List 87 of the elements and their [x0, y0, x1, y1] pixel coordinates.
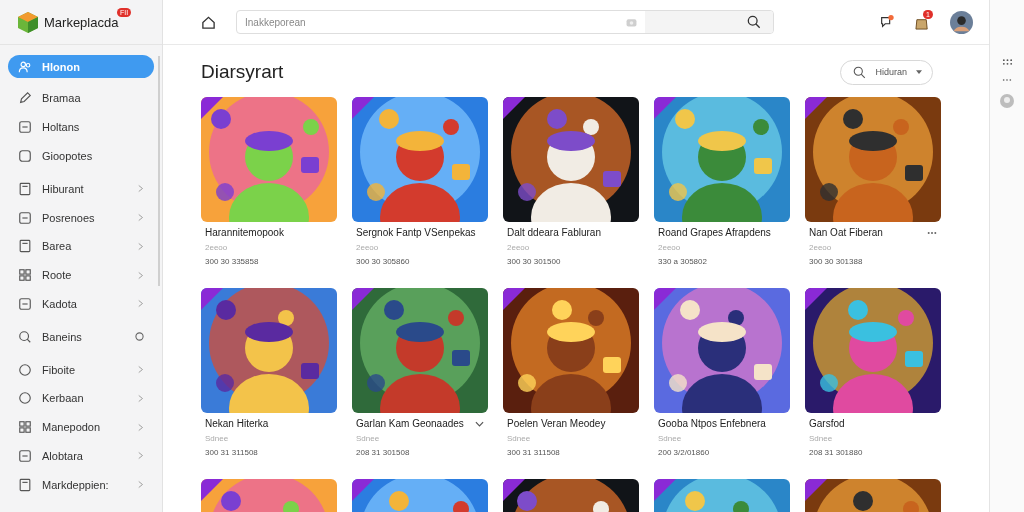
game-subtitle: Sdnee [507, 434, 532, 443]
sidebar-item[interactable]: Alobtara [8, 441, 154, 471]
search-field[interactable]: Inakkeporean [237, 15, 626, 29]
more-icon[interactable] [927, 230, 937, 235]
caret-icon [916, 69, 922, 75]
game-title[interactable]: Garsfod [809, 418, 845, 429]
more-icon[interactable] [1002, 78, 1012, 82]
game-title[interactable]: Nekan Hiterka [205, 418, 269, 429]
game-meta: 208 31 301880 [809, 448, 864, 457]
chevron-icon [138, 393, 144, 403]
chevron-icon [138, 213, 144, 223]
page-title: Diarsyrart [201, 61, 284, 83]
game-subtitle: 2eeoo [356, 243, 380, 252]
game-title[interactable]: Gooba Ntpos Enfebnera [658, 418, 766, 429]
game-title[interactable]: Roand Grapes Afrapdens [658, 227, 771, 238]
game-meta: 300 31 311508 [507, 448, 561, 457]
circle-icon [135, 332, 144, 342]
circle-icon [18, 391, 32, 406]
game-title[interactable]: Nan Oat Fiberan [809, 227, 883, 238]
game-title[interactable]: Garlan Kam Geonaades [356, 418, 464, 429]
game-subtitle: Sdnee [658, 434, 683, 443]
cube-icon [16, 10, 40, 34]
game-meta: 300 30 301500 [507, 257, 562, 266]
game-meta: 208 31 301508 [356, 448, 411, 457]
chevron-icon [138, 241, 144, 251]
pen-icon [18, 91, 32, 106]
chat-icon[interactable] [879, 14, 895, 30]
chevron-icon [138, 422, 144, 432]
game-meta: 330 a 305802 [658, 257, 708, 266]
sidebar-item[interactable]: Posrenoes [8, 203, 154, 232]
game-title[interactable]: Sergnok Fantp VSenpekas [356, 227, 476, 238]
brand-name: Markeplacda [44, 14, 119, 30]
game-title[interactable]: Poelen Veran Meodey [507, 418, 606, 429]
sidebar-item[interactable]: Hiburant [8, 174, 154, 204]
game-subtitle: 2eeoo [658, 243, 682, 252]
apps-icon[interactable] [1001, 58, 1013, 66]
chevron-icon [138, 480, 144, 490]
square-icon [18, 448, 32, 463]
search-bar[interactable]: Inakkeporean [236, 10, 774, 34]
square-icon [18, 296, 32, 311]
game-meta: 300 30 301388 [809, 257, 864, 266]
chevron-icon [138, 184, 144, 194]
game-title[interactable]: Harannitemopook [205, 227, 284, 238]
sidebar-item[interactable]: Manepodon [8, 412, 154, 442]
search-icon [853, 65, 867, 79]
game-subtitle: 2eeoo [507, 243, 531, 252]
game-meta: 300 30 335858 [205, 257, 260, 266]
camera-icon [626, 17, 637, 27]
sidebar-item[interactable]: Barea [8, 232, 154, 261]
chevron-icon[interactable] [475, 420, 484, 427]
chevron-icon [138, 270, 144, 280]
home-icon[interactable] [201, 14, 216, 30]
search-icon [18, 329, 32, 344]
game-subtitle: 2eeoo [809, 243, 833, 252]
game-meta: 300 31 311508 [205, 448, 259, 457]
chevron-icon [138, 451, 144, 461]
sidebar-item[interactable]: Holtans [8, 112, 154, 142]
search-icon[interactable] [747, 15, 761, 29]
document-icon [18, 181, 32, 196]
game-subtitle: Sdnee [809, 434, 834, 443]
game-meta: 300 30 305860 [356, 257, 411, 266]
square-icon [18, 210, 32, 225]
game-title[interactable]: Dalt ddeara Fabluran [507, 227, 601, 238]
sidebar-item[interactable]: Baneins [8, 322, 154, 352]
chevron-icon [138, 365, 144, 375]
sidebar-item[interactable]: Roote [8, 260, 154, 290]
document-icon [18, 477, 32, 492]
grid-icon [18, 420, 32, 435]
people-icon [18, 59, 32, 74]
sidebar-item[interactable]: Bramaa [8, 84, 154, 113]
game-meta: 200 3/2/01860 [658, 448, 711, 457]
square-icon [18, 120, 32, 135]
sidebar-item[interactable]: Gioopotes [8, 141, 154, 171]
sidebar-item[interactable]: Markdeppien: [8, 470, 154, 500]
sidebar-item[interactable]: Kadota [8, 289, 154, 319]
game-subtitle: 2eeoo [205, 243, 229, 252]
document-icon [18, 239, 32, 254]
game-subtitle: Sdnee [205, 434, 230, 443]
filter-dropdown[interactable]: Hiduran [840, 59, 933, 85]
sidebar-item[interactable]: Fiboite [8, 355, 154, 384]
grid-icon [18, 268, 32, 283]
avatar-icon[interactable] [950, 10, 973, 34]
game-subtitle: Sdnee [356, 434, 381, 443]
circle-icon [18, 362, 32, 377]
square-icon [18, 149, 32, 163]
sidebar-item[interactable]: Kerbaan [8, 383, 154, 413]
chevron-icon [138, 299, 144, 309]
